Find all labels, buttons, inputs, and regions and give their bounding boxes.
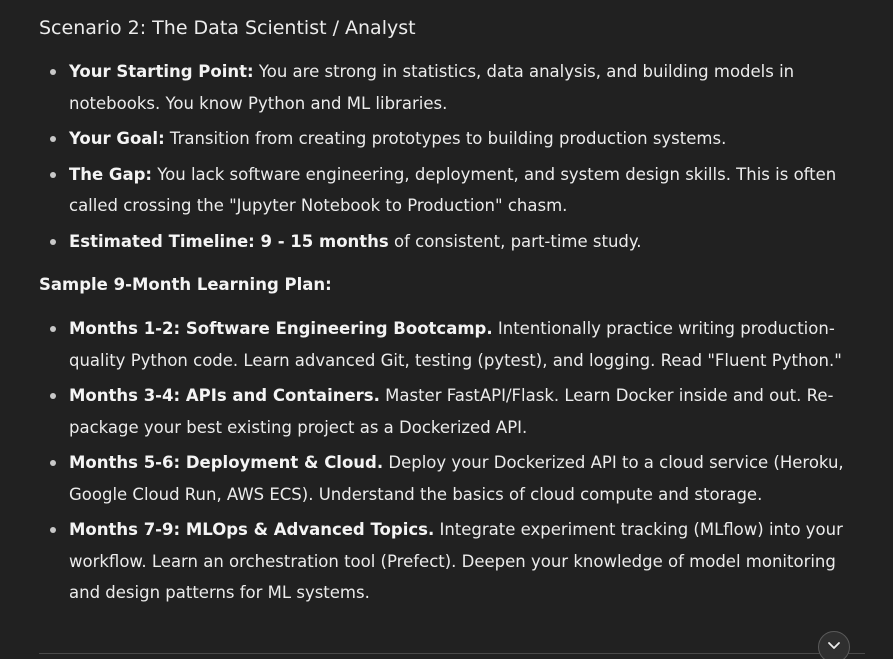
list-item: Your Goal: Transition from creating prot… <box>39 123 869 155</box>
item-label: Months 1-2: Software Engineering Bootcam… <box>69 319 493 338</box>
item-label: Months 3-4: APIs and Containers. <box>69 386 380 405</box>
item-label: Months 7-9: MLOps & Advanced Topics. <box>69 520 435 539</box>
list-item: Months 7-9: MLOps & Advanced Topics. Int… <box>39 514 869 609</box>
list-item: Months 1-2: Software Engineering Bootcam… <box>39 313 869 376</box>
item-label: Estimated Timeline: 9 - 15 months <box>69 231 389 251</box>
list-item: The Gap: You lack software engineering, … <box>39 159 869 222</box>
chevron-down-icon <box>826 637 842 657</box>
item-text: You lack software engineering, deploymen… <box>69 164 837 216</box>
list-item: Your Starting Point: You are strong in s… <box>39 56 869 119</box>
list-item: Months 3-4: APIs and Containers. Master … <box>39 380 869 443</box>
item-label: Your Starting Point: <box>69 62 254 81</box>
divider <box>39 653 865 654</box>
scenario-list: Your Starting Point: You are strong in s… <box>39 56 869 257</box>
scenario-heading: Scenario 2: The Data Scientist / Analyst <box>39 17 416 39</box>
plan-list: Months 1-2: Software Engineering Bootcam… <box>39 313 869 609</box>
item-label: The Gap: <box>69 164 153 184</box>
scroll-down-button[interactable] <box>818 631 850 659</box>
item-text: of consistent, part-time study. <box>388 231 642 251</box>
message-content: Scenario 2: The Data Scientist / Analyst… <box>39 12 869 613</box>
item-label: Months 5-6: Deployment & Cloud. <box>69 453 384 472</box>
list-item: Estimated Timeline: 9 - 15 months of con… <box>39 226 869 258</box>
list-item: Months 5-6: Deployment & Cloud. Deploy y… <box>39 447 869 510</box>
item-label: Your Goal: <box>69 129 165 148</box>
plan-heading: Sample 9-Month Learning Plan: <box>39 275 332 294</box>
item-text: Transition from creating prototypes to b… <box>164 129 727 148</box>
